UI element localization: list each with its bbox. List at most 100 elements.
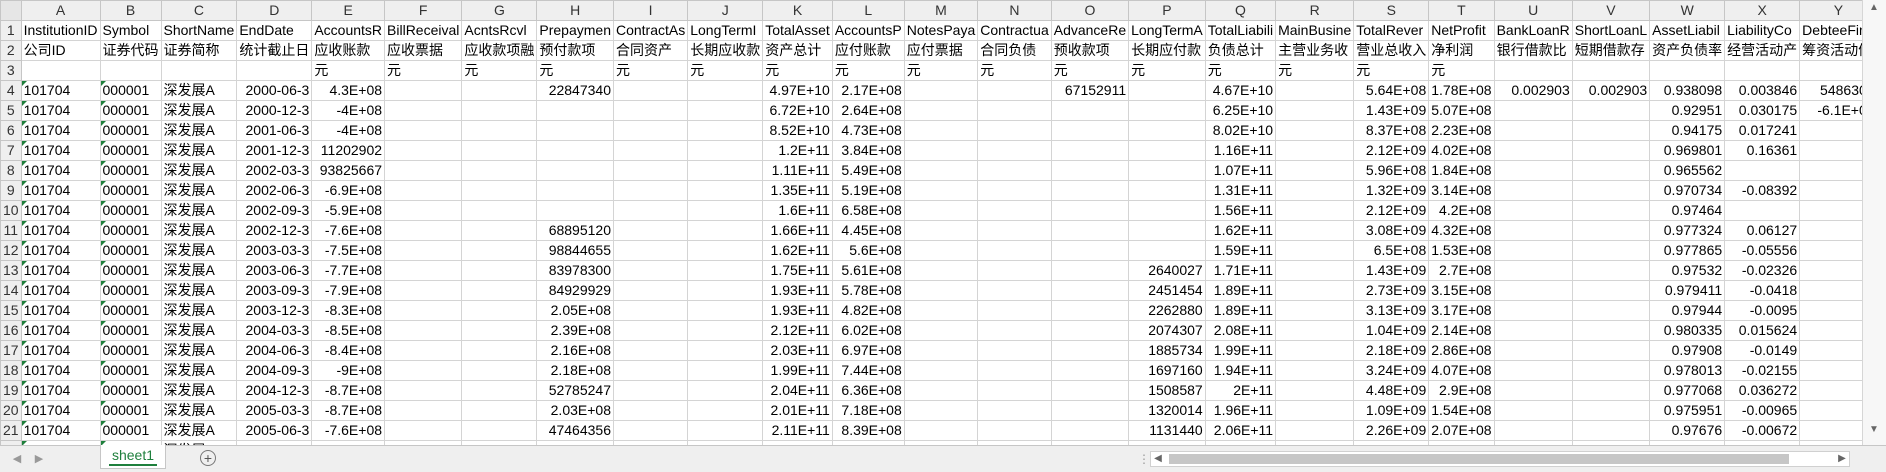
column-header[interactable]: X (1724, 0, 1801, 21)
cell[interactable]: TotalRever (1353, 20, 1430, 41)
cell[interactable] (461, 320, 538, 341)
cell[interactable] (1050, 220, 1130, 241)
cell[interactable] (977, 200, 1052, 221)
cell[interactable] (1493, 360, 1573, 381)
cell[interactable]: 5.6E+08 (831, 240, 905, 261)
sheet-tab-sheet1[interactable]: sheet1 (100, 445, 166, 469)
cell[interactable] (1050, 140, 1130, 161)
cell[interactable]: 101704 (20, 340, 101, 361)
cell[interactable]: EndDate (236, 20, 313, 41)
cell[interactable] (977, 240, 1052, 261)
cell[interactable]: 000001 (99, 320, 162, 341)
cell[interactable]: LiabilityCo (1724, 20, 1801, 41)
cell[interactable]: 47464356 (536, 420, 614, 441)
cell[interactable]: 2.05E+08 (536, 300, 614, 321)
cell[interactable]: 1.43E+09 (1353, 260, 1430, 281)
cell[interactable]: -0.08392 (1724, 180, 1801, 201)
cell[interactable] (612, 300, 689, 321)
cell[interactable] (687, 280, 764, 301)
cell[interactable]: 67152911 (1050, 80, 1130, 101)
cell[interactable]: 4.82E+08 (831, 300, 905, 321)
cell[interactable]: 101704 (20, 280, 101, 301)
cell[interactable] (612, 120, 689, 141)
cell[interactable] (1050, 120, 1130, 141)
cell[interactable]: ContractAs (612, 20, 689, 41)
cell[interactable] (461, 80, 538, 101)
cell[interactable] (1724, 200, 1801, 221)
cell[interactable]: 2005-03-3 (236, 400, 313, 421)
cell[interactable]: 101704 (20, 160, 101, 181)
cell[interactable]: 证券代码 (99, 40, 162, 61)
column-header[interactable]: L (831, 0, 905, 21)
cell[interactable]: 2.12E+11 (762, 320, 833, 341)
cell[interactable] (1050, 380, 1130, 401)
cell[interactable] (903, 380, 979, 401)
cell[interactable]: 深发展A (160, 200, 238, 221)
row-header[interactable]: 15 (0, 300, 22, 321)
cell[interactable]: 元 (612, 60, 689, 81)
cell[interactable] (977, 140, 1052, 161)
cell[interactable]: 0.938098 (1649, 80, 1726, 101)
cell[interactable]: 1508587 (1128, 380, 1206, 401)
row-header[interactable]: 19 (0, 380, 22, 401)
cell[interactable] (612, 400, 689, 421)
column-header[interactable]: B (99, 0, 162, 21)
column-header[interactable]: R (1275, 0, 1355, 21)
cell[interactable]: 2002-03-3 (236, 160, 313, 181)
cell[interactable]: 1.96E+11 (1204, 400, 1277, 421)
cell[interactable]: 2004-06-3 (236, 340, 313, 361)
cell[interactable] (903, 220, 979, 241)
cell[interactable]: 11202902 (311, 140, 386, 161)
row-header[interactable]: 18 (0, 360, 22, 381)
cell[interactable] (1493, 320, 1573, 341)
cell[interactable]: 000001 (99, 240, 162, 261)
cell[interactable] (1275, 400, 1355, 421)
cell[interactable]: -0.0418 (1724, 280, 1801, 301)
column-header[interactable]: Q (1204, 0, 1277, 21)
cell[interactable] (687, 140, 764, 161)
cell[interactable]: 101704 (20, 300, 101, 321)
cell[interactable] (977, 260, 1052, 281)
row-header[interactable]: 3 (0, 60, 22, 81)
cell[interactable]: 深发展A (160, 380, 238, 401)
column-header[interactable]: J (687, 0, 764, 21)
cell[interactable] (461, 180, 538, 201)
cell[interactable] (461, 300, 538, 321)
cell[interactable]: AccountsR (311, 20, 386, 41)
cell[interactable]: 深发展A (160, 300, 238, 321)
cell[interactable]: -9E+08 (311, 360, 386, 381)
cell[interactable]: 公司ID (20, 40, 101, 61)
cell[interactable]: 5.64E+08 (1353, 80, 1430, 101)
cell[interactable]: 4.3E+08 (311, 80, 386, 101)
cell[interactable]: 0.977068 (1649, 380, 1726, 401)
cell[interactable]: 1.93E+11 (762, 280, 833, 301)
cell[interactable]: ShortLoanL (1571, 20, 1651, 41)
cell[interactable]: 深发展A (160, 180, 238, 201)
cell[interactable] (1493, 420, 1573, 441)
cell[interactable]: 资产负债率 (1649, 40, 1726, 61)
cell[interactable]: 101704 (20, 240, 101, 261)
cell[interactable] (1128, 100, 1206, 121)
cell[interactable]: 0.97908 (1649, 340, 1726, 361)
cell[interactable]: LongTermI (687, 20, 764, 41)
cell[interactable]: 深发展A (160, 360, 238, 381)
cell[interactable] (1275, 360, 1355, 381)
cell[interactable] (687, 300, 764, 321)
cell[interactable]: 5.49E+08 (831, 160, 905, 181)
cell[interactable] (1493, 280, 1573, 301)
cell[interactable] (1275, 420, 1355, 441)
cell[interactable] (687, 380, 764, 401)
cell[interactable] (160, 60, 238, 81)
cell[interactable] (461, 120, 538, 141)
cell[interactable]: BankLoanR (1493, 20, 1573, 41)
cell[interactable]: 1.89E+11 (1204, 300, 1277, 321)
cell[interactable]: 深发展A (160, 100, 238, 121)
cell[interactable] (1571, 220, 1651, 241)
cell[interactable]: 0.977324 (1649, 220, 1726, 241)
cell[interactable]: 元 (1050, 60, 1130, 81)
cell[interactable] (384, 340, 463, 361)
cell[interactable]: 0.002903 (1493, 80, 1573, 101)
cell[interactable]: -8.3E+08 (311, 300, 386, 321)
cell[interactable] (1128, 160, 1206, 181)
cell[interactable]: 000001 (99, 360, 162, 381)
